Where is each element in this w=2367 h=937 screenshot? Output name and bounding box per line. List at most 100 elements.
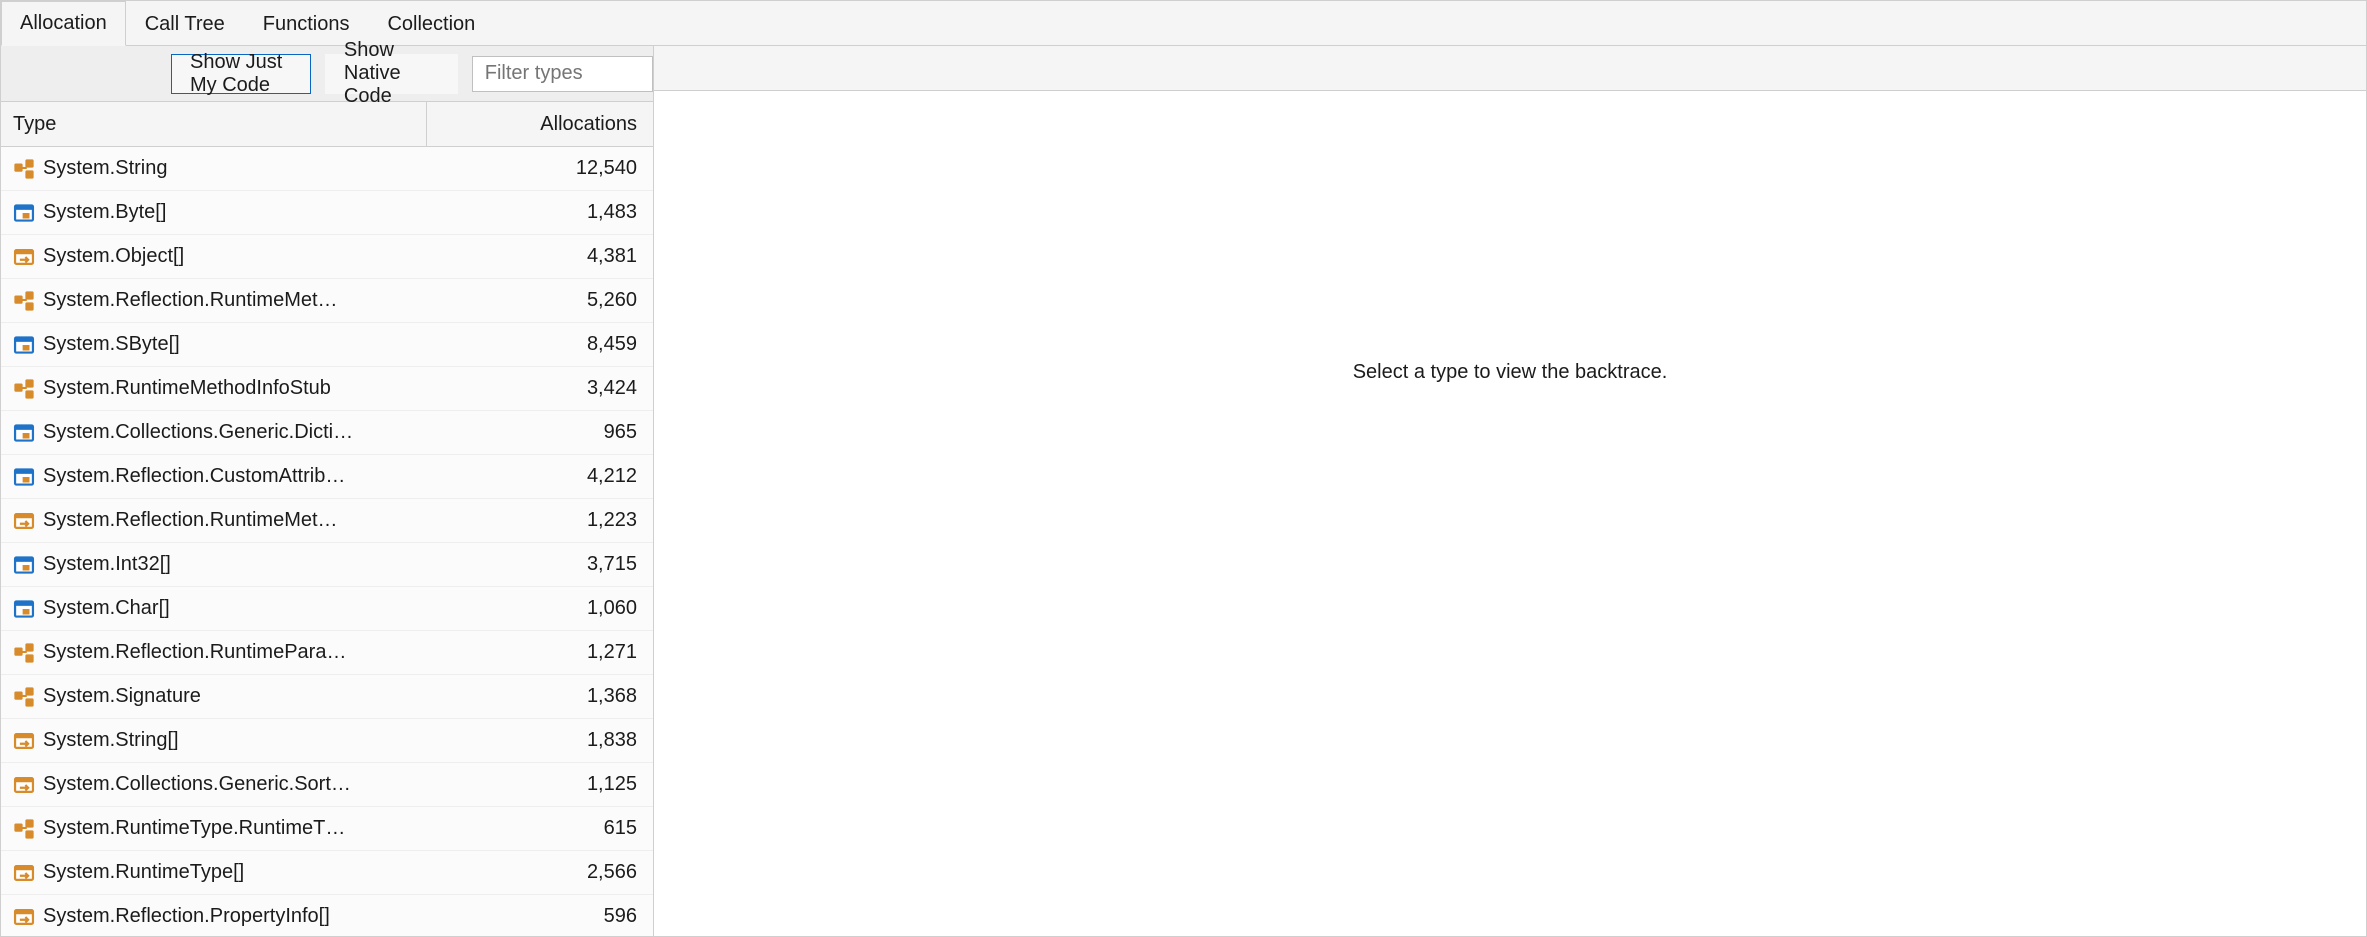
class-icon: [13, 290, 35, 312]
column-header-allocations[interactable]: Allocations: [427, 113, 653, 136]
allocations-value: 1,838: [427, 729, 653, 752]
tab-label: Allocation: [20, 12, 107, 35]
tab-label: Collection: [387, 13, 475, 36]
toolbar: Show Just My Code Show Native Code: [1, 46, 653, 102]
struct-icon: [13, 334, 35, 356]
class-icon: [13, 642, 35, 664]
types-table-header: Type Allocations: [1, 102, 653, 147]
column-header-type[interactable]: Type: [1, 113, 426, 136]
struct-icon: [13, 334, 35, 356]
class-icon: [13, 378, 35, 400]
table-row[interactable]: System.RuntimeType[]2,566: [1, 851, 653, 895]
array-icon: [13, 730, 35, 752]
allocations-value: 1,368: [427, 685, 653, 708]
table-row[interactable]: System.Object[]4,381: [1, 235, 653, 279]
array-icon: [13, 862, 35, 884]
allocations-value: 965: [427, 421, 653, 444]
table-row[interactable]: System.Reflection.PropertyInfo[]596: [1, 895, 653, 936]
struct-icon: [13, 598, 35, 620]
allocations-value: 4,212: [427, 465, 653, 488]
backtrace-header-strip: [654, 46, 2366, 91]
struct-icon: [13, 422, 35, 444]
allocations-value: 1,060: [427, 597, 653, 620]
table-row[interactable]: System.RuntimeType.RuntimeT…615: [1, 807, 653, 851]
filter-types-field[interactable]: [472, 56, 653, 92]
struct-icon: [13, 598, 35, 620]
table-row[interactable]: System.String[]1,838: [1, 719, 653, 763]
class-icon: [13, 818, 35, 840]
type-name: System.Reflection.PropertyInfo[]: [43, 905, 427, 928]
table-row[interactable]: System.SByte[]8,459: [1, 323, 653, 367]
allocations-value: 5,260: [427, 289, 653, 312]
table-row[interactable]: System.Collections.Generic.Dicti…965: [1, 411, 653, 455]
class-icon: [13, 642, 35, 664]
table-row[interactable]: System.Char[]1,060: [1, 587, 653, 631]
table-row[interactable]: System.Signature1,368: [1, 675, 653, 719]
struct-icon: [13, 554, 35, 576]
allocations-value: 1,223: [427, 509, 653, 532]
filter-types-input[interactable]: [483, 61, 642, 86]
backtrace-panel: Select a type to view the backtrace.: [654, 46, 2366, 936]
tab-label: Functions: [263, 13, 350, 36]
table-row[interactable]: System.Collections.Generic.Sort…1,125: [1, 763, 653, 807]
table-row[interactable]: System.Reflection.RuntimePara…1,271: [1, 631, 653, 675]
array-icon: [13, 246, 35, 268]
types-table-body[interactable]: System.String12,540 System.Byte[]1,483 S…: [1, 147, 653, 936]
array-icon: [13, 246, 35, 268]
table-row[interactable]: System.Int32[]3,715: [1, 543, 653, 587]
table-row[interactable]: System.Byte[]1,483: [1, 191, 653, 235]
type-name: System.String[]: [43, 729, 427, 752]
class-icon: [13, 158, 35, 180]
allocations-value: 615: [427, 817, 653, 840]
struct-icon: [13, 202, 35, 224]
table-row[interactable]: System.Reflection.CustomAttrib…4,212: [1, 455, 653, 499]
table-row[interactable]: System.Reflection.RuntimeMet…5,260: [1, 279, 653, 323]
type-name: System.RuntimeType[]: [43, 861, 427, 884]
class-icon: [13, 818, 35, 840]
show-just-my-code-button[interactable]: Show Just My Code: [171, 54, 311, 94]
allocations-value: 12,540: [427, 157, 653, 180]
tab-allocation[interactable]: Allocation: [1, 1, 126, 46]
class-icon: [13, 290, 35, 312]
array-icon: [13, 510, 35, 532]
type-name: System.Byte[]: [43, 201, 427, 224]
type-name: System.Reflection.RuntimePara…: [43, 641, 427, 664]
array-icon: [13, 510, 35, 532]
allocations-value: 3,715: [427, 553, 653, 576]
type-name: System.Reflection.RuntimeMet…: [43, 289, 427, 312]
struct-icon: [13, 554, 35, 576]
class-icon: [13, 158, 35, 180]
struct-icon: [13, 466, 35, 488]
types-panel: Show Just My Code Show Native Code Type …: [1, 46, 654, 936]
allocations-value: 1,271: [427, 641, 653, 664]
backtrace-placeholder: Select a type to view the backtrace.: [654, 91, 2366, 936]
class-icon: [13, 378, 35, 400]
allocations-value: 1,483: [427, 201, 653, 224]
table-row[interactable]: System.Reflection.RuntimeMet…1,223: [1, 499, 653, 543]
struct-icon: [13, 422, 35, 444]
array-icon: [13, 774, 35, 796]
table-row[interactable]: System.String12,540: [1, 147, 653, 191]
type-name: System.Signature: [43, 685, 427, 708]
type-name: System.Collections.Generic.Dicti…: [43, 421, 427, 444]
content-split: Show Just My Code Show Native Code Type …: [1, 46, 2366, 936]
allocations-value: 596: [427, 905, 653, 928]
array-icon: [13, 730, 35, 752]
allocations-value: 4,381: [427, 245, 653, 268]
show-native-code-button[interactable]: Show Native Code: [325, 54, 458, 94]
placeholder-text: Select a type to view the backtrace.: [1353, 361, 1668, 384]
table-row[interactable]: System.RuntimeMethodInfoStub3,424: [1, 367, 653, 411]
allocations-value: 3,424: [427, 377, 653, 400]
type-name: System.Reflection.CustomAttrib…: [43, 465, 427, 488]
type-name: System.Object[]: [43, 245, 427, 268]
allocations-value: 2,566: [427, 861, 653, 884]
type-name: System.RuntimeMethodInfoStub: [43, 377, 427, 400]
type-name: System.SByte[]: [43, 333, 427, 356]
tab-call-tree[interactable]: Call Tree: [126, 1, 244, 46]
array-icon: [13, 862, 35, 884]
button-label: Show Native Code: [344, 39, 439, 108]
struct-icon: [13, 466, 35, 488]
type-name: System.RuntimeType.RuntimeT…: [43, 817, 427, 840]
type-name: System.Int32[]: [43, 553, 427, 576]
type-name: System.String: [43, 157, 427, 180]
